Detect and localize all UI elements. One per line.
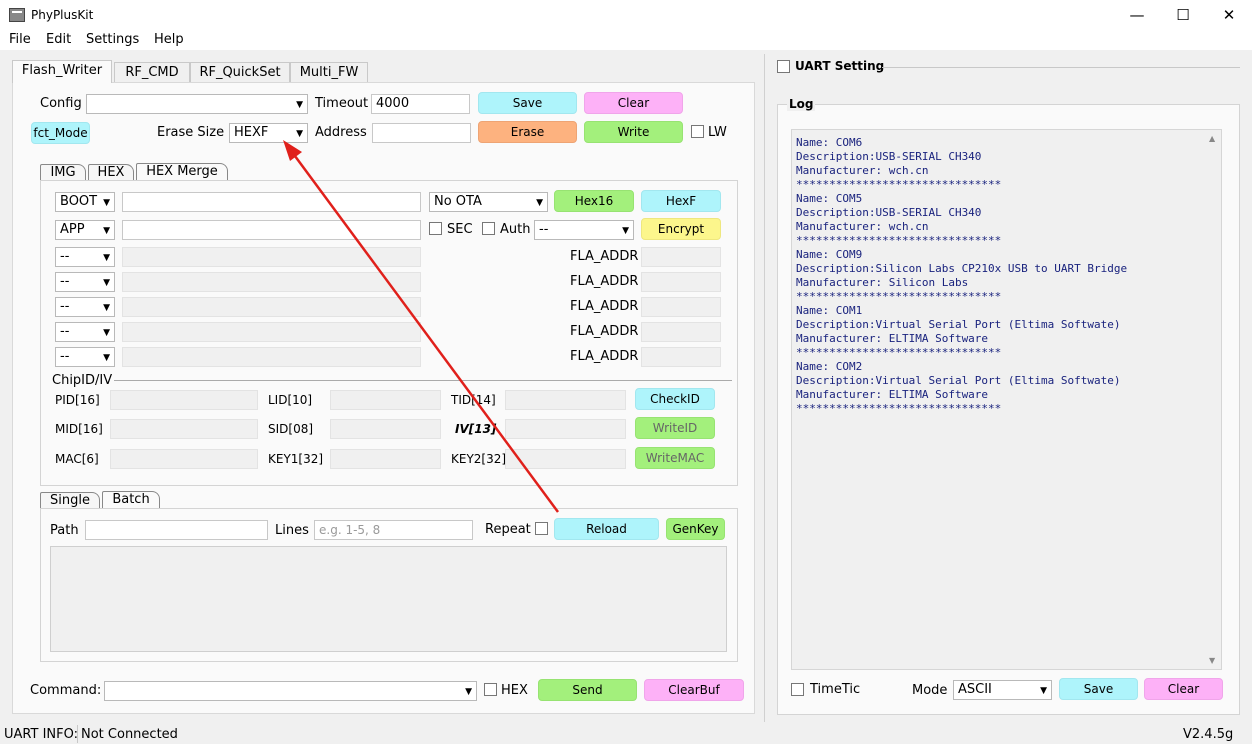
annotation-arrow: [283, 140, 560, 513]
tab-flash-writer[interactable]: Flash_Writer: [12, 60, 112, 83]
